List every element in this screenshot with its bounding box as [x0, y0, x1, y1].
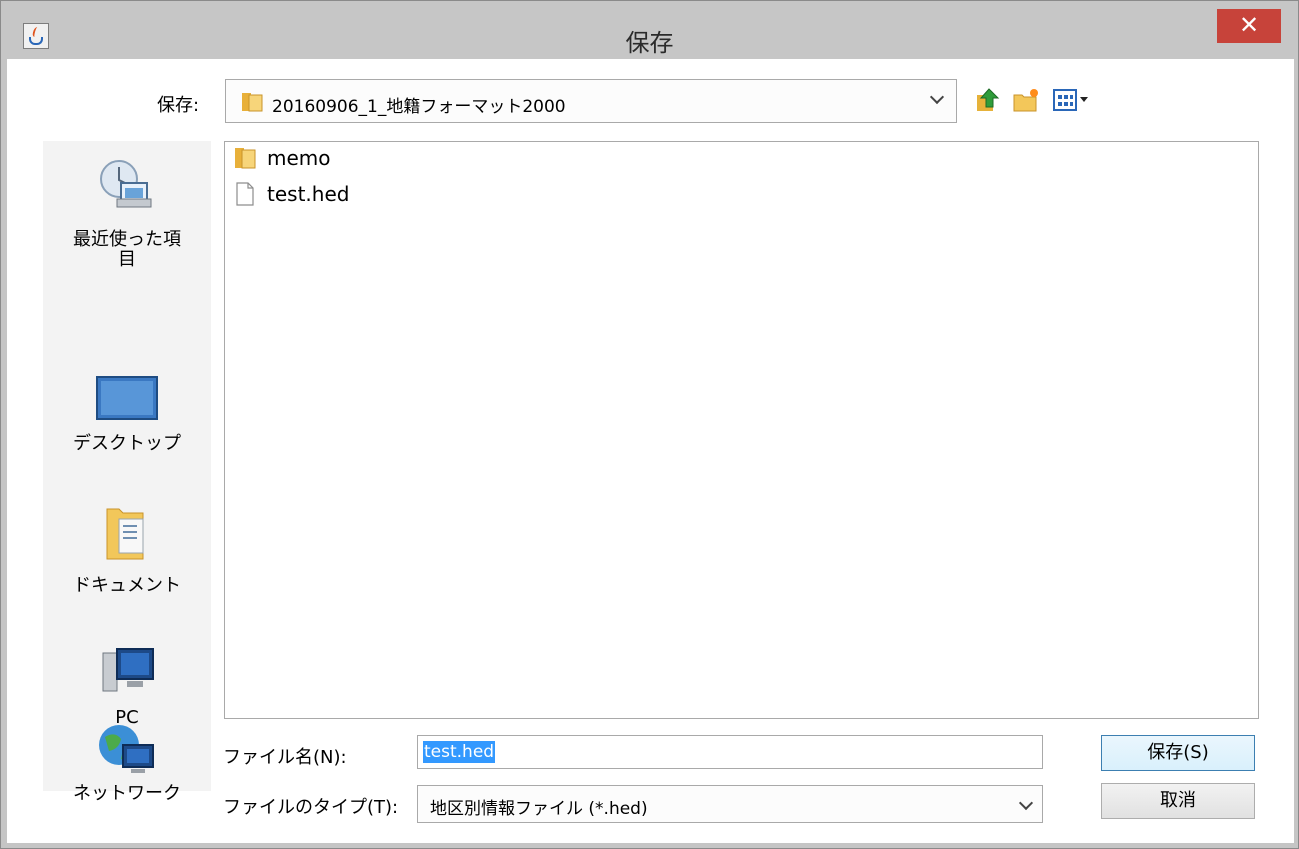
filetype-value: 地区別情報ファイル (*.hed) [430, 799, 648, 819]
up-one-level-icon[interactable] [973, 85, 1003, 115]
filename-value: test.hed [423, 741, 496, 763]
save-dialog: 保存 ✕ 保存: 20160906_1_地籍フォーマット2000 最近使った項目… [0, 0, 1299, 849]
new-folder-icon[interactable] [1011, 85, 1041, 115]
save-button[interactable]: 保存(S) [1101, 735, 1255, 771]
place-label: 最近使った項目 [73, 229, 181, 270]
lookin-label: 保存: [157, 95, 200, 116]
dialog-title: 保存 [625, 29, 674, 57]
documents-icon [106, 508, 144, 560]
view-menu-icon[interactable] [1051, 85, 1095, 115]
place-pc[interactable]: PC [43, 641, 211, 728]
dialog-body: 保存: 20160906_1_地籍フォーマット2000 最近使った項目 デスクト… [7, 59, 1294, 843]
filetype-combo[interactable]: 地区別情報ファイル (*.hed) [417, 785, 1043, 823]
places-bar: 最近使った項目 デスクトップ ドキュメント PC ネットワーク [43, 141, 211, 804]
place-desktop[interactable]: デスクトップ [43, 373, 211, 454]
filetype-label: ファイルのタイプ(T): [223, 797, 399, 818]
file-name: memo [267, 146, 331, 170]
lookin-value: 20160906_1_地籍フォーマット2000 [272, 97, 566, 117]
filename-input[interactable]: test.hed [417, 735, 1043, 769]
place-network[interactable]: ネットワーク [43, 721, 211, 804]
file-icon [236, 182, 254, 206]
file-list[interactable]: memo test.hed [224, 141, 1259, 719]
folder-icon [242, 93, 263, 112]
lookin-combo[interactable]: 20160906_1_地籍フォーマット2000 [225, 79, 957, 123]
list-item[interactable]: memo [233, 144, 331, 172]
place-label: ネットワーク [73, 783, 181, 804]
place-label: ドキュメント [73, 575, 181, 596]
file-name: test.hed [267, 182, 350, 206]
filename-label: ファイル名(N): [223, 747, 347, 768]
close-button[interactable]: ✕ [1217, 9, 1281, 43]
list-item[interactable]: test.hed [233, 180, 349, 208]
cancel-button[interactable]: 取消 [1101, 783, 1255, 819]
title-bar[interactable]: 保存 ✕ [1, 1, 1298, 59]
chevron-down-icon [1018, 795, 1034, 811]
place-label: デスクトップ [73, 433, 181, 454]
place-recent-items[interactable]: 最近使った項目 [43, 155, 211, 270]
folder-icon [235, 148, 256, 169]
desktop-icon [96, 376, 158, 420]
pc-icon [102, 648, 154, 692]
place-documents[interactable]: ドキュメント [43, 501, 211, 596]
network-icon [99, 725, 154, 773]
chevron-down-icon [929, 89, 945, 105]
recent-items-icon [100, 160, 152, 208]
